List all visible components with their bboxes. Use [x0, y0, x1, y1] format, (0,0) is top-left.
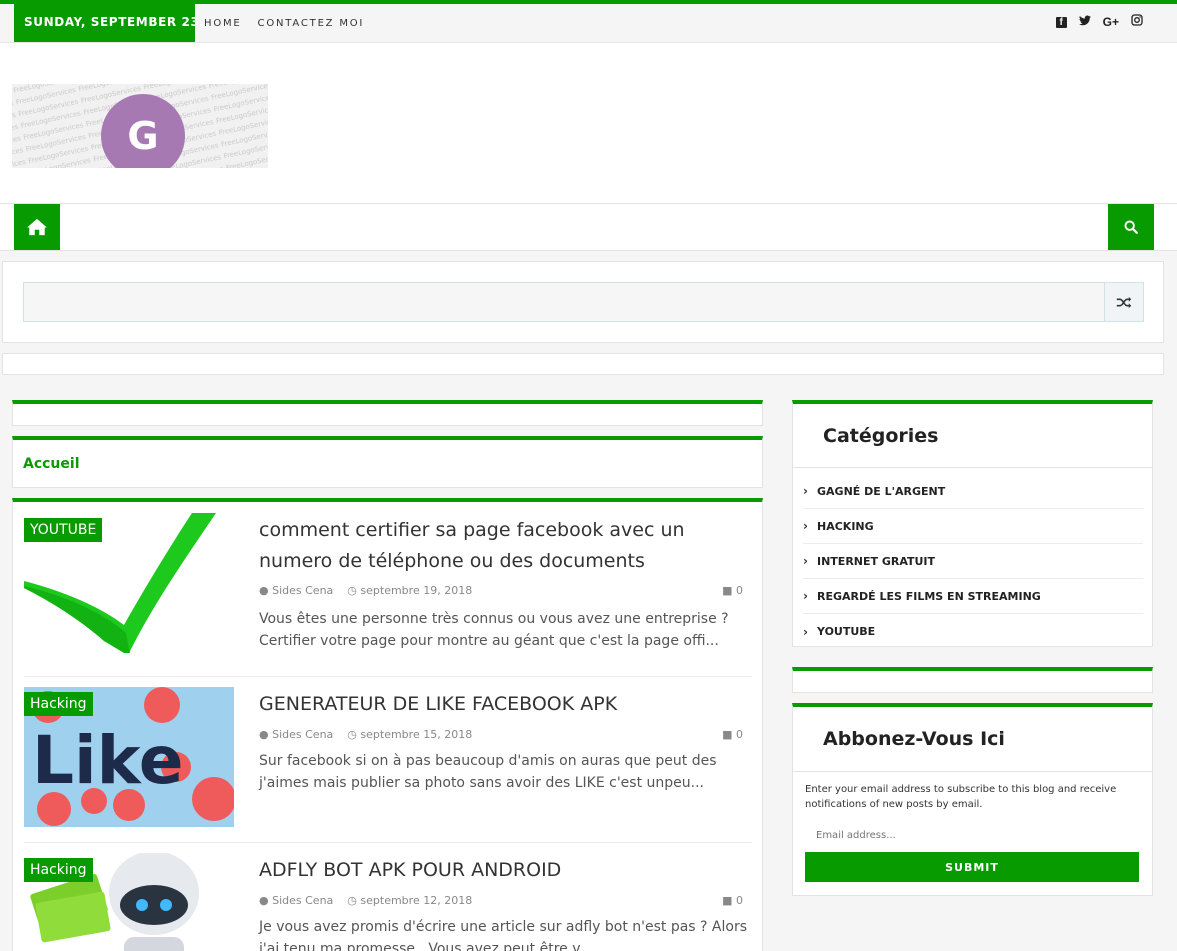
subscribe-widget: Abbonez-Vous Ici Enter your email addres… — [792, 703, 1153, 896]
post-comments[interactable]: ■ 0 — [722, 728, 743, 741]
categories-list: › GAGNÉ DE L'ARGENT › HACKING › INTERNET GR… — [803, 474, 1143, 649]
post-author: ● Sides Cena — [259, 894, 334, 907]
post-thumbnail[interactable]: Hacking — [24, 853, 234, 951]
post-excerpt: Je vous avez promis d'écrire une article… — [259, 919, 748, 951]
breadcrumb-home-link[interactable]: Accueil — [23, 456, 80, 472]
subscribe-title: Abbonez-Vous Ici — [823, 728, 1005, 750]
subscribe-description: Enter your email address to subscribe to… — [805, 784, 1117, 810]
post-item: YOUTUBE comment certifier sa page facebo… — [24, 513, 752, 663]
category-item[interactable]: › INTERNET GRATUIT — [803, 544, 1143, 579]
comment-icon: ■ — [722, 894, 736, 907]
post-comments[interactable]: ■ 0 — [722, 584, 743, 597]
post-meta: ● Sides Cena ◷ septembre 12, 2018 ■ 0 — [259, 894, 743, 907]
chevron-right-icon: › — [803, 554, 808, 568]
post-comments[interactable]: ■ 0 — [722, 894, 743, 907]
widget-divider — [793, 467, 1152, 468]
twitter-icon[interactable] — [1078, 14, 1091, 30]
post-thumbnail[interactable]: YOUTUBE — [24, 513, 234, 653]
search-input[interactable] — [23, 282, 1105, 322]
widget-divider — [793, 771, 1152, 772]
post-thumbnail[interactable]: Like Hacking — [24, 687, 234, 827]
post-item: Hacking ADFLY BOT APK POUR ANDROID ● Sid… — [24, 853, 752, 951]
post-date: ◷ septembre 15, 2018 — [347, 728, 473, 741]
submit-button[interactable]: SUBMIT — [805, 852, 1139, 882]
post-category-label[interactable]: Hacking — [24, 858, 93, 882]
post-date: ◷ septembre 19, 2018 — [347, 584, 473, 597]
post-separator — [24, 676, 752, 677]
instagram-icon[interactable] — [1131, 14, 1143, 30]
post-item: Like Hacking GENERATEUR DE LIKE FACEBOOK… — [24, 687, 752, 829]
category-item[interactable]: › YOUTUBE — [803, 614, 1143, 649]
post-author: ● Sides Cena — [259, 728, 334, 741]
nav-home-link[interactable]: HOME — [204, 18, 242, 29]
post-excerpt: Sur facebook si on à pas beaucoup d'amis… — [259, 753, 717, 791]
breadcrumb: Accueil — [12, 436, 763, 488]
site-header: FreeLogoServices • G — [0, 43, 1177, 204]
user-icon: ● — [259, 584, 273, 597]
category-item[interactable]: › GAGNÉ DE L'ARGENT — [803, 474, 1143, 509]
search-button[interactable] — [1108, 204, 1154, 250]
post-date: ◷ septembre 12, 2018 — [347, 894, 473, 907]
sidebar-empty-widget — [792, 667, 1153, 693]
svg-text:Like: Like — [32, 722, 184, 799]
search-icon — [1124, 220, 1138, 234]
post-author: ● Sides Cena — [259, 584, 334, 597]
top-bar: SUNDAY, SEPTEMBER 23. HOME CONTACTEZ MOI… — [0, 0, 1177, 43]
chevron-right-icon: › — [803, 624, 808, 639]
date-badge: SUNDAY, SEPTEMBER 23. — [14, 4, 204, 42]
chevron-right-icon: › — [803, 589, 808, 603]
social-links: f G+ — [1055, 14, 1143, 30]
shuffle-icon — [1116, 296, 1132, 308]
post-category-label[interactable]: Hacking — [24, 692, 93, 716]
home-button[interactable] — [14, 204, 60, 250]
chevron-right-icon: › — [803, 519, 808, 533]
post-category-label[interactable]: YOUTUBE — [24, 518, 103, 542]
chevron-right-icon: › — [803, 484, 808, 498]
category-item[interactable]: › HACKING — [803, 509, 1143, 544]
user-icon: ● — [259, 894, 273, 907]
logo-letter: G — [101, 94, 185, 168]
google-plus-icon[interactable]: G+ — [1103, 14, 1119, 30]
clock-icon: ◷ — [347, 728, 361, 741]
post-separator — [24, 842, 752, 843]
comment-icon: ■ — [722, 728, 736, 741]
user-icon: ● — [259, 728, 273, 741]
search-panel — [2, 261, 1164, 343]
comment-icon: ■ — [722, 584, 736, 597]
main-top-widget — [12, 400, 763, 426]
ad-strip — [2, 353, 1164, 375]
post-excerpt: Vous êtes une personne très connus ou vo… — [259, 611, 729, 649]
random-post-button[interactable] — [1104, 282, 1144, 322]
post-meta: ● Sides Cena ◷ septembre 15, 2018 ■ 0 — [259, 728, 743, 741]
post-title[interactable]: GENERATEUR DE LIKE FACEBOOK APK — [259, 689, 749, 720]
post-title[interactable]: comment certifier sa page facebook avec … — [259, 515, 749, 577]
post-title[interactable]: ADFLY BOT APK POUR ANDROID — [259, 855, 749, 886]
facebook-icon[interactable]: f — [1055, 16, 1067, 28]
categories-widget: Catégories › GAGNÉ DE L'ARGENT › HACKING ›… — [792, 400, 1153, 647]
nav-contact-link[interactable]: CONTACTEZ MOI — [258, 18, 365, 29]
category-item[interactable]: › REGARDÉ LES FILMS EN STREAMING — [803, 579, 1143, 614]
email-field[interactable] — [805, 821, 1139, 849]
home-icon — [27, 218, 47, 236]
post-meta: ● Sides Cena ◷ septembre 19, 2018 ■ 0 — [259, 584, 743, 597]
site-logo[interactable]: FreeLogoServices • G — [12, 84, 268, 168]
clock-icon: ◷ — [347, 894, 361, 907]
top-nav: HOME CONTACTEZ MOI — [204, 4, 364, 42]
clock-icon: ◷ — [347, 584, 361, 597]
main-nav — [0, 204, 1177, 251]
categories-title: Catégories — [823, 425, 939, 447]
